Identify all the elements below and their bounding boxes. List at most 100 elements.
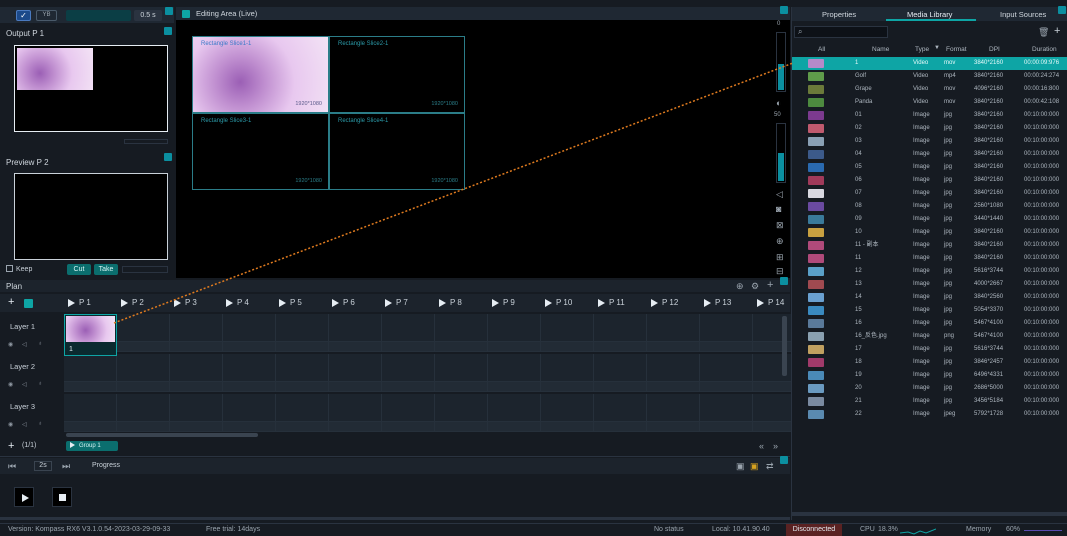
timeline-cell-audio[interactable] [382,382,435,392]
expand-icon[interactable]: » [773,441,778,451]
plan-horizontal-scrollbar[interactable] [66,433,258,437]
cut-button[interactable]: Cut [67,264,91,275]
layer-label-3[interactable]: Layer 3 [10,402,35,411]
media-row[interactable]: 16_反色.jpg Image png 5467*4100 00:10:00:000 [792,330,1067,343]
timeline-cell[interactable] [594,314,647,342]
transport-scrollbar[interactable] [0,517,790,520]
timeline-cell-audio[interactable] [488,342,541,352]
media-row[interactable]: 17 Image jpg 5616*3744 00:10:00:000 [792,343,1067,356]
media-row[interactable]: 07 Image jpg 3840*2160 00:10:00:000 [792,187,1067,200]
audio-icon[interactable]: ◁ [22,421,27,428]
pin-icon[interactable] [165,7,173,15]
timeline-cell-audio[interactable] [647,342,700,352]
timeline-cell[interactable] [647,354,700,382]
timeline-cell-audio[interactable] [170,382,223,392]
col-dpi[interactable]: DPI [989,46,1000,53]
media-row[interactable]: 20 Image jpg 2686*5000 00:10:00:000 [792,382,1067,395]
timeline-cell[interactable] [647,394,700,422]
media-row[interactable]: 21 Image jpg 3456*5184 00:10:00:000 [792,395,1067,408]
group-tab[interactable]: Group 1 [66,441,118,451]
timeline-cell-audio[interactable] [382,342,435,352]
audio-icon[interactable]: ◁ [22,381,27,388]
target-icon[interactable]: ⊕ [736,281,744,291]
media-row[interactable]: 16 Image jpg 5467*4100 00:10:00:000 [792,317,1067,330]
timeline-cell[interactable] [276,394,329,422]
timeline-cell[interactable] [329,354,382,382]
rectangle-slice-3[interactable]: Rectangle Slice3-1 1920*1080 [192,113,329,190]
timeline-cell[interactable] [435,354,488,382]
timeline-cell[interactable] [276,354,329,382]
tab-input-sources[interactable]: Input Sources [1000,10,1046,19]
timeline-cell-audio[interactable] [541,422,594,432]
timeline-cell-audio[interactable] [700,422,753,432]
layer-label-1[interactable]: Layer 1 [10,322,35,331]
plan-page-tab-5[interactable]: P 5 [279,294,302,312]
timeline-clip[interactable]: 1 [64,314,117,356]
timeline-cell-audio[interactable] [329,342,382,352]
plan-page-tab-8[interactable]: P 8 [439,294,462,312]
brightness-icon[interactable]: ◐ [776,98,781,108]
timeline-cell-audio[interactable] [488,382,541,392]
target-icon[interactable]: ⊕ [776,236,784,246]
calendar-icon[interactable]: ▣ [736,461,745,471]
timeline-cell[interactable] [223,354,276,382]
timeline-cell[interactable] [170,314,223,342]
timeline-cell-audio[interactable] [276,422,329,432]
media-row[interactable]: 11 - 副本 Image jpg 3840*2160 00:10:00:000 [792,239,1067,252]
media-row[interactable]: 06 Image jpg 3840*2160 00:10:00:000 [792,174,1067,187]
timeline-cell[interactable] [382,354,435,382]
minus-box-icon[interactable]: ⊟ [776,266,784,276]
rectangle-slice-1[interactable]: Rectangle Slice1-1 1920*1080 [192,36,329,113]
media-row[interactable]: 11 Image jpg 3840*2160 00:10:00:000 [792,252,1067,265]
timeline-cell[interactable] [117,354,170,382]
col-format[interactable]: Format [946,46,967,53]
timeline-cell[interactable] [594,394,647,422]
transition-slider[interactable] [66,10,131,21]
search-input[interactable]: ⌕ [794,26,888,38]
timeline-cell[interactable] [435,314,488,342]
timeline-cell[interactable] [541,394,594,422]
plan-page-tab-9[interactable]: P 9 [492,294,515,312]
timeline-cell-audio[interactable] [276,382,329,392]
plan-page-tab-11[interactable]: P 11 [598,294,625,312]
plan-page-tab-7[interactable]: P 7 [385,294,408,312]
plan-page-tab-6[interactable]: P 6 [332,294,355,312]
timeline-cell-audio[interactable] [64,422,117,432]
timeline-cell[interactable] [382,394,435,422]
keep-checkbox[interactable]: Keep [6,265,32,273]
settings-icon[interactable]: ⚙ [751,281,759,291]
timeline-cell-audio[interactable] [594,422,647,432]
timeline-cell-audio[interactable] [64,382,117,392]
plan-page-tab-2[interactable]: P 2 [121,294,144,312]
lock-icon[interactable]: ♁ [38,381,43,387]
timeline-cell-audio[interactable] [488,422,541,432]
media-row[interactable]: 12 Image jpg 5616*3744 00:10:00:000 [792,265,1067,278]
media-row[interactable]: 05 Image jpg 3840*2160 00:10:00:000 [792,161,1067,174]
timeline-cell[interactable] [329,314,382,342]
timeline-cell-audio[interactable] [117,342,170,352]
output-scrollbar[interactable] [124,139,168,144]
media-row[interactable]: 14 Image jpg 3840*2560 00:10:00:000 [792,291,1067,304]
timeline-cell-audio[interactable] [223,342,276,352]
timeline-cell-audio[interactable] [594,342,647,352]
timeline-cell-audio[interactable] [329,422,382,432]
media-row[interactable]: 09 Image jpg 3440*1440 00:10:00:000 [792,213,1067,226]
media-row[interactable]: Golf Video mp4 3840*2160 00:00:24:274 [792,70,1067,83]
add-page-icon[interactable]: + [8,296,14,308]
plan-page-tab-10[interactable]: P 10 [545,294,572,312]
plan-page-tab-3[interactable]: P 3 [174,294,197,312]
timeline-cell-audio[interactable] [541,342,594,352]
rewind-icon[interactable]: ⏮ [8,461,16,471]
play-button[interactable] [14,487,34,507]
output-toggle-button[interactable]: YB [36,10,57,21]
col-duration[interactable]: Duration [1032,46,1057,53]
timeline-cell[interactable] [700,394,753,422]
audio-icon[interactable]: ◁ [22,341,27,348]
eye-icon[interactable]: ◉ [8,381,13,388]
media-row[interactable]: 22 Image jpeg 5792*1728 00:10:00:000 [792,408,1067,421]
timeline-cell[interactable] [329,394,382,422]
rectangle-slice-4[interactable]: Rectangle Slice4-1 1920*1080 [329,113,465,190]
timeline-cell[interactable] [700,314,753,342]
timeline-cell[interactable] [223,314,276,342]
timeline-cell[interactable] [541,314,594,342]
